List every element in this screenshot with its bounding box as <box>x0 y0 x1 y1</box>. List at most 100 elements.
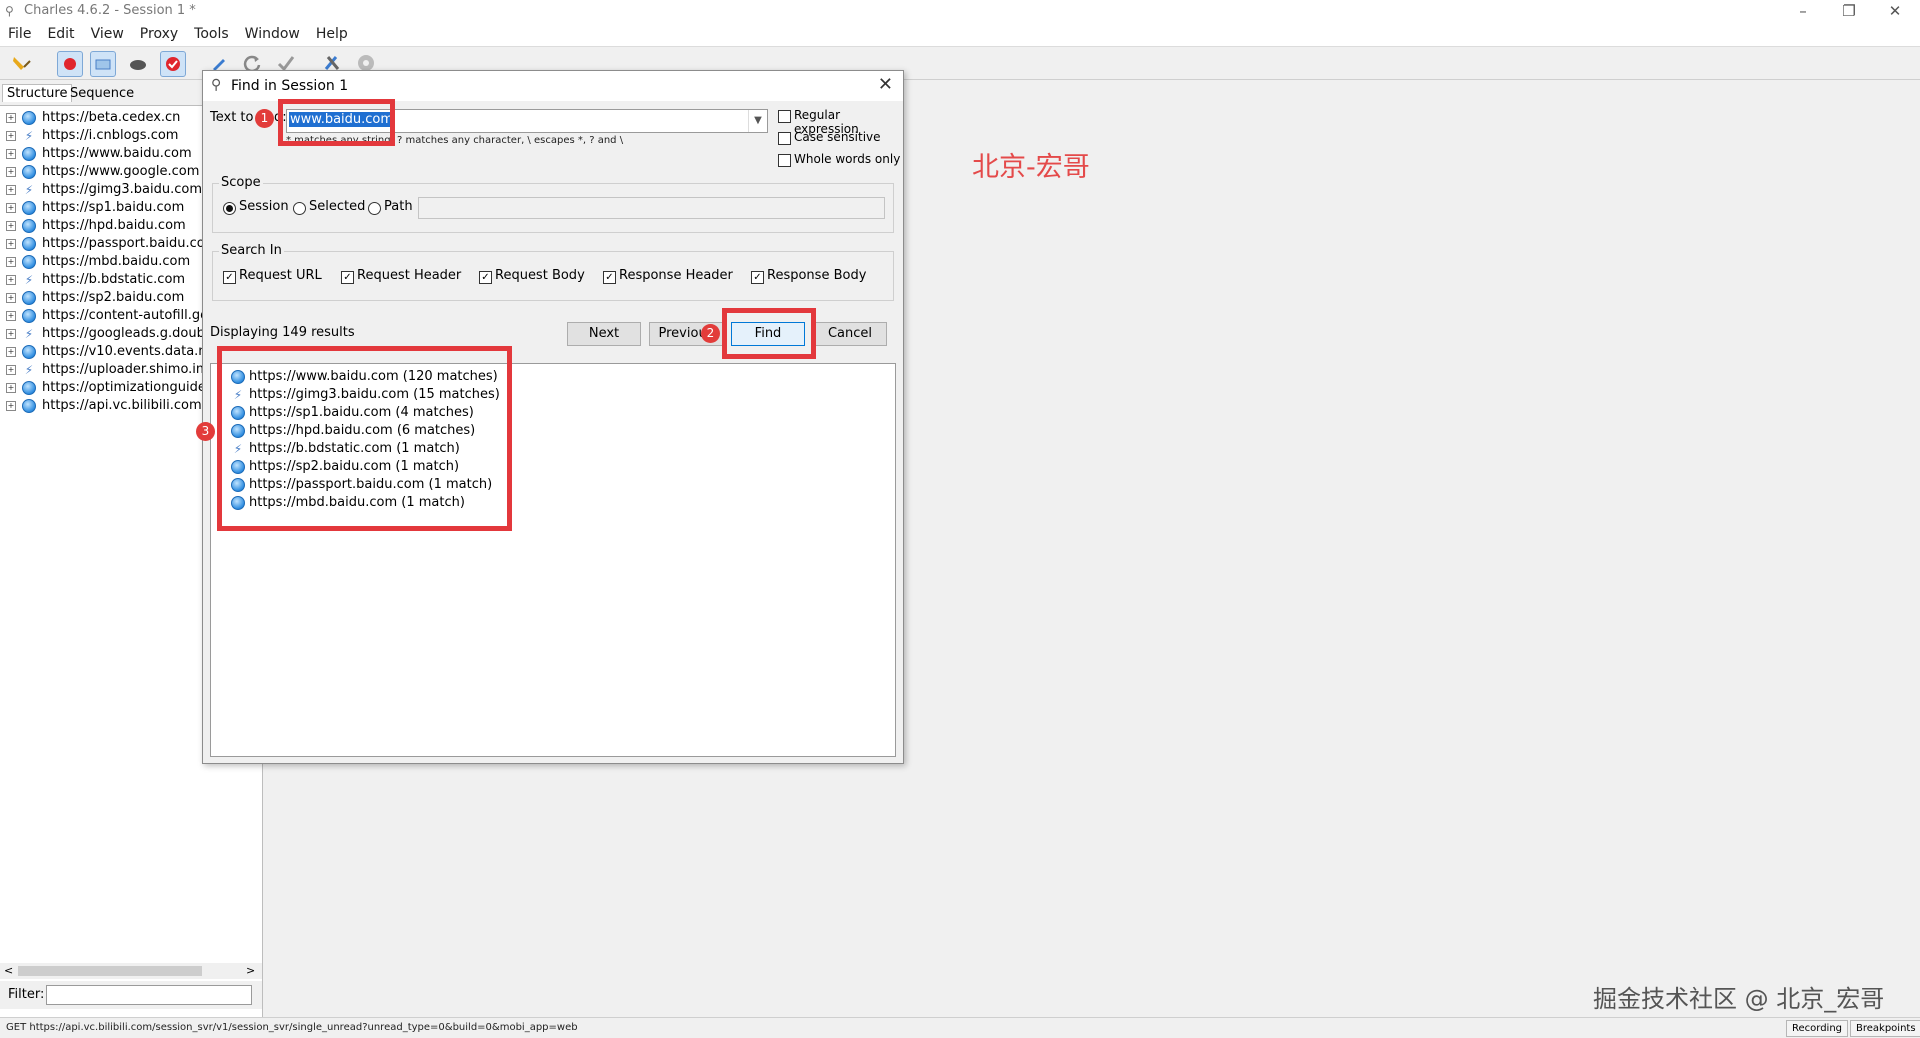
dialog-title: Find in Session 1 <box>231 78 349 94</box>
response-header-checkbox[interactable]: ✓ <box>603 271 616 284</box>
request-url-checkbox[interactable]: ✓ <box>223 271 236 284</box>
globe-icon <box>22 309 36 323</box>
broom-clear-icon[interactable] <box>10 51 34 75</box>
dialog-close-icon[interactable]: ✕ <box>878 74 893 95</box>
scope-selected-label: Selected <box>309 199 366 214</box>
bolt-icon: ⚡ <box>24 129 34 143</box>
request-body-checkbox[interactable]: ✓ <box>479 271 492 284</box>
breakpoints-status[interactable]: Breakpoints <box>1850 1020 1920 1037</box>
tree-item-label: https://hpd.baidu.com <box>42 218 186 233</box>
whole-words-label: Whole words only <box>794 152 901 166</box>
throttle-icon[interactable] <box>90 51 116 77</box>
title-bar: ⚲ Charles 4.6.2 - Session 1 * – ❐ ✕ <box>0 0 1920 24</box>
menu-window[interactable]: Window <box>237 24 308 44</box>
turtle-icon[interactable] <box>126 51 150 75</box>
bolt-icon: ⚡ <box>24 327 34 341</box>
tab-structure[interactable]: Structure <box>2 84 73 102</box>
cancel-button[interactable]: Cancel <box>813 322 887 346</box>
expand-icon[interactable]: + <box>6 131 16 141</box>
chevron-down-icon[interactable]: ▼ <box>748 110 767 132</box>
globe-icon <box>22 291 36 305</box>
expand-icon[interactable]: + <box>6 365 16 375</box>
menu-proxy[interactable]: Proxy <box>132 24 186 44</box>
tree-item-label: https://gimg3.baidu.com <box>42 182 202 197</box>
request-url-label: Request URL <box>239 268 322 283</box>
response-header-label: Response Header <box>619 268 733 283</box>
request-header-checkbox[interactable]: ✓ <box>341 271 354 284</box>
globe-icon <box>22 237 36 251</box>
text-to-find-label: Text to find: <box>210 110 287 125</box>
expand-icon[interactable]: + <box>6 383 16 393</box>
dialog-title-bar: ⚲ Find in Session 1 ✕ <box>203 71 903 101</box>
response-body-checkbox[interactable]: ✓ <box>751 271 764 284</box>
annotation-badge-2: 2 <box>701 324 720 343</box>
globe-icon <box>22 399 36 413</box>
restore-button[interactable]: ❐ <box>1826 0 1872 24</box>
whole-words-checkbox[interactable] <box>778 154 791 167</box>
menu-tools[interactable]: Tools <box>186 24 237 44</box>
next-button[interactable]: Next <box>567 322 641 346</box>
menu-view[interactable]: View <box>83 24 132 44</box>
tab-sequence[interactable]: Sequence <box>66 85 138 102</box>
globe-icon <box>22 381 36 395</box>
expand-icon[interactable]: + <box>6 167 16 177</box>
annotation-box-results <box>217 346 512 531</box>
globe-icon <box>22 165 36 179</box>
expand-icon[interactable]: + <box>6 275 16 285</box>
tree-item-label: https://sp2.baidu.com <box>42 290 185 305</box>
recording-status[interactable]: Recording <box>1786 1020 1849 1037</box>
tree-item-label: https://v10.events.data.micr <box>42 344 228 359</box>
scope-selected-radio[interactable] <box>293 202 306 215</box>
expand-icon[interactable]: + <box>6 293 16 303</box>
expand-icon[interactable]: + <box>6 113 16 123</box>
tree-item-label: https://mbd.baidu.com <box>42 254 191 269</box>
tree-item-label: https://uploader.shimo.im <box>42 362 209 377</box>
filter-label: Filter: <box>8 987 45 1002</box>
scroll-right-icon[interactable]: > <box>246 964 255 977</box>
expand-icon[interactable]: + <box>6 185 16 195</box>
breakpoint-icon[interactable] <box>160 51 186 77</box>
menu-edit[interactable]: Edit <box>39 24 82 44</box>
search-in-legend: Search In <box>219 243 284 258</box>
scroll-thumb[interactable] <box>18 966 202 976</box>
expand-icon[interactable]: + <box>6 221 16 231</box>
expand-icon[interactable]: + <box>6 149 16 159</box>
globe-icon <box>22 201 36 215</box>
path-input[interactable] <box>418 197 885 219</box>
record-icon[interactable] <box>57 51 83 77</box>
expand-icon[interactable]: + <box>6 203 16 213</box>
tree-item-label: https://www.baidu.com <box>42 146 192 161</box>
bolt-icon: ⚡ <box>24 273 34 287</box>
filter-input[interactable] <box>46 985 252 1005</box>
expand-icon[interactable]: + <box>6 329 16 339</box>
tree-item-label: https://optimizationguide-p <box>42 380 219 395</box>
expand-icon[interactable]: + <box>6 257 16 267</box>
globe-icon <box>22 255 36 269</box>
horizontal-scrollbar[interactable]: < > <box>0 963 262 979</box>
close-window-button[interactable]: ✕ <box>1872 0 1918 24</box>
expand-icon[interactable]: + <box>6 311 16 321</box>
case-sensitive-label: Case sensitive <box>794 130 881 144</box>
window-title: Charles 4.6.2 - Session 1 * <box>24 3 196 18</box>
bolt-icon: ⚡ <box>24 183 34 197</box>
expand-icon[interactable]: + <box>6 401 16 411</box>
globe-icon <box>22 147 36 161</box>
tree-item-label: https://passport.baidu.com <box>42 236 218 251</box>
scope-path-radio[interactable] <box>368 202 381 215</box>
minimize-button[interactable]: – <box>1780 0 1826 24</box>
case-sensitive-checkbox[interactable] <box>778 132 791 145</box>
annotation-badge-3: 3 <box>196 422 215 441</box>
scroll-left-icon[interactable]: < <box>4 964 13 977</box>
search-in-group: Search In ✓ Request URL ✓ Request Header… <box>212 243 894 301</box>
menu-help[interactable]: Help <box>308 24 356 44</box>
scope-session-radio[interactable] <box>223 202 236 215</box>
expand-icon[interactable]: + <box>6 347 16 357</box>
footer-watermark: 掘金技术社区 @ 北京_宏哥 <box>1593 985 1885 1013</box>
tree-item-label: https://b.bdstatic.com <box>42 272 186 287</box>
expand-icon[interactable]: + <box>6 239 16 249</box>
menu-file[interactable]: File <box>0 24 39 44</box>
tree-item-label: https://sp1.baidu.com <box>42 200 185 215</box>
tree-item-label: https://beta.cedex.cn <box>42 110 181 125</box>
regex-checkbox[interactable] <box>778 110 791 123</box>
scope-path-label: Path <box>384 199 413 214</box>
